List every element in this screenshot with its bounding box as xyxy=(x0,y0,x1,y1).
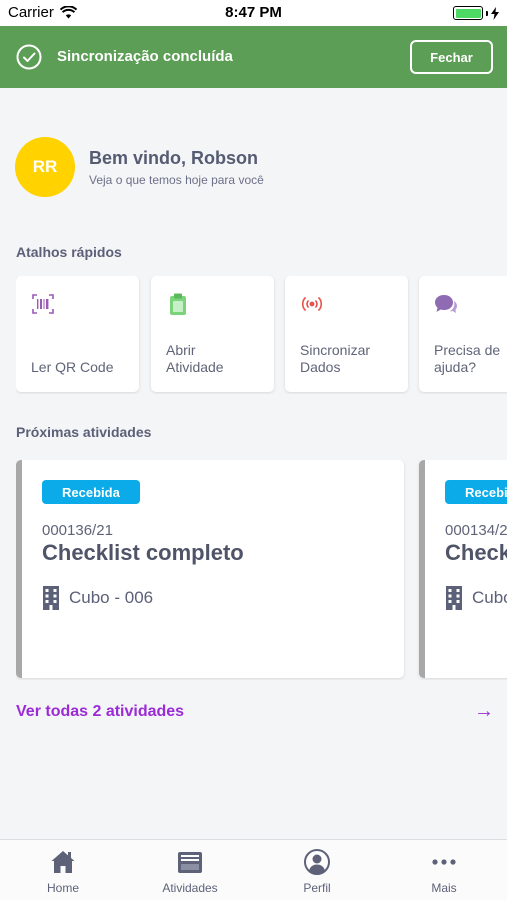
arrow-right-icon[interactable]: → xyxy=(474,700,494,723)
banner-message: Sincronização concluída xyxy=(57,48,233,65)
clipboard-icon xyxy=(170,293,186,315)
close-banner-button[interactable]: Fechar xyxy=(410,40,493,74)
avatar[interactable]: RR xyxy=(15,137,75,197)
shortcut-sync-data[interactable]: Sincronizar Dados xyxy=(285,276,408,392)
see-all-activities-link[interactable]: Ver todas 2 atividades xyxy=(16,703,184,721)
sync-banner: Sincronização concluída Fechar xyxy=(0,26,507,88)
check-circle-icon xyxy=(16,44,42,70)
activities-carousel[interactable]: Recebida 000136/21 Checklist completo Cu… xyxy=(16,460,507,680)
building-icon xyxy=(446,586,462,610)
activity-title: Checklist completo xyxy=(42,540,244,565)
battery-icon xyxy=(453,6,499,20)
sync-signal-icon xyxy=(301,296,323,312)
status-time: 8:47 PM xyxy=(225,4,282,21)
welcome-subtitle: Veja o que temos hoje para você xyxy=(89,173,264,187)
activity-location-label: Cubo - 006 xyxy=(69,588,154,607)
activity-location: Cubo - 006 xyxy=(42,586,153,610)
tab-label: Mais xyxy=(431,881,457,895)
activity-title: Checklist completo xyxy=(445,540,507,565)
tab-activities[interactable]: Atividades xyxy=(127,840,253,900)
activity-location: Cubo - 006 xyxy=(445,586,507,610)
shortcuts-title: Atalhos rápidos xyxy=(16,244,122,260)
shortcuts-carousel[interactable]: Ler QR Code Abrir Atividade Sincronizar … xyxy=(16,276,507,394)
tab-label: Atividades xyxy=(162,881,218,895)
tab-label: Perfil xyxy=(303,881,331,895)
activity-card[interactable]: Recebida 000136/21 Checklist completo Cu… xyxy=(16,460,404,678)
status-bar: Carrier 8:47 PM xyxy=(0,0,507,26)
tab-home[interactable]: Home xyxy=(0,840,126,900)
shortcut-label: Sincronizar Dados xyxy=(300,342,371,375)
tab-bar: Home Atividades Perfil Mais xyxy=(0,839,507,900)
tab-more[interactable]: Mais xyxy=(381,840,507,900)
charging-icon xyxy=(491,6,499,20)
shortcut-label: Abrir Atividade xyxy=(166,342,224,375)
shortcut-read-qr-code[interactable]: Ler QR Code xyxy=(16,276,139,392)
qr-code-icon xyxy=(32,294,54,314)
chat-icon xyxy=(435,295,457,313)
shortcut-open-activity[interactable]: Abrir Atividade xyxy=(151,276,274,392)
activity-code: 000136/21 xyxy=(42,522,113,539)
shortcut-label: Ler QR Code xyxy=(31,359,114,375)
status-badge: Recebida xyxy=(445,480,507,504)
tab-profile[interactable]: Perfil xyxy=(254,840,380,900)
building-icon xyxy=(43,586,59,610)
profile-icon xyxy=(304,849,330,875)
shortcut-label: Precisa de ajuda? xyxy=(434,342,501,375)
tab-label: Home xyxy=(46,881,79,895)
home-icon xyxy=(51,851,75,873)
activities-title: Próximas atividades xyxy=(16,424,152,440)
status-badge: Recebida xyxy=(42,480,140,504)
shortcut-help[interactable]: Precisa de ajuda? xyxy=(419,276,507,392)
welcome-title: Bem vindo, Robson xyxy=(89,148,259,168)
activity-code: 000134/21 xyxy=(445,522,507,539)
activity-location-label: Cubo - 006 xyxy=(472,588,507,607)
inbox-icon xyxy=(178,852,202,873)
activity-card[interactable]: Recebida 000134/21 Checklist completo Cu… xyxy=(419,460,507,678)
more-icon xyxy=(432,859,456,865)
